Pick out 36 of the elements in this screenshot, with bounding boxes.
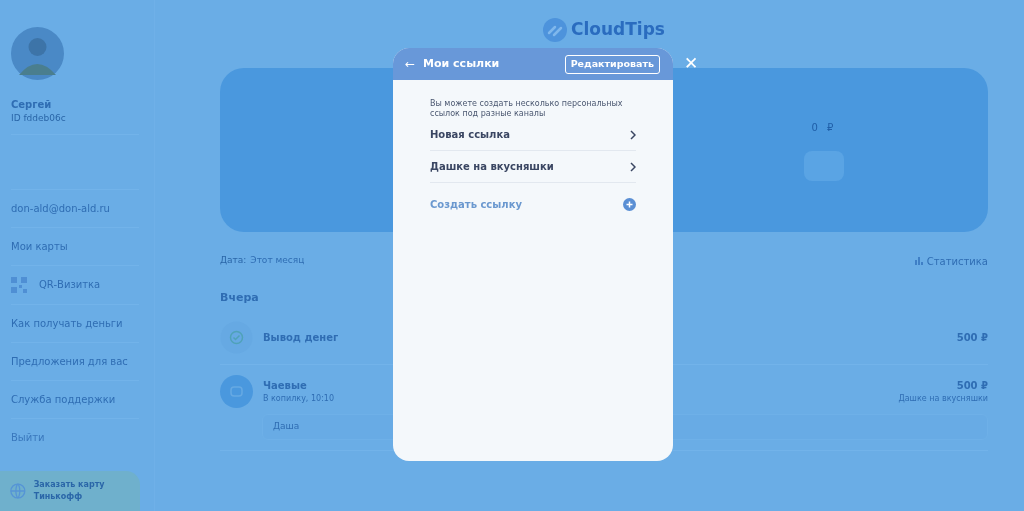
transaction-title: Вывод денег xyxy=(263,330,340,345)
sidebar-item[interactable]: QR-Визитка xyxy=(39,277,101,292)
filter-label: Дата: xyxy=(220,254,247,268)
link-row[interactable]: Новая ссылка xyxy=(430,119,636,151)
avatar xyxy=(11,27,64,80)
user-name: Сергей xyxy=(11,98,53,112)
modal-hint: Вы можете создать несколько персональных ссылок под разные каналы xyxy=(430,99,624,119)
sidebar-item[interactable]: Служба поддержки xyxy=(11,391,116,407)
globe-icon xyxy=(10,482,26,500)
sidebar-item[interactable]: Предложения для вас xyxy=(11,353,128,369)
transaction-subtitle: В копилку, 10:10 xyxy=(263,392,335,405)
transaction-amount: 500 ₽ xyxy=(956,378,988,393)
chevron-right-icon xyxy=(630,129,636,140)
date-filter[interactable]: Этот месяц xyxy=(250,254,305,268)
close-button[interactable]: ✕ xyxy=(684,55,699,72)
stats-link[interactable]: Статистика xyxy=(926,253,988,269)
plus-icon[interactable] xyxy=(623,197,636,211)
bar-chart-icon xyxy=(914,257,923,265)
qr-code-icon xyxy=(11,276,27,293)
comment-text: Даша xyxy=(273,419,300,433)
day-heading: Вчера xyxy=(220,290,260,306)
create-link-button[interactable]: Создать ссылку xyxy=(430,196,522,212)
transaction-title: Чаевые xyxy=(263,378,308,393)
logo-text: CloudTips xyxy=(571,18,665,42)
back-button[interactable]: ← xyxy=(405,55,416,73)
chevron-right-icon xyxy=(630,161,636,172)
sidebar-item[interactable]: Мои карты xyxy=(11,238,68,254)
balance-amount: 0 ₽ xyxy=(811,120,837,135)
logo-icon xyxy=(543,18,567,42)
transaction-amount: 500 ₽ xyxy=(956,330,988,345)
modal-title: Мои ссылки xyxy=(423,55,501,72)
sidebar-item[interactable]: Как получать деньги xyxy=(11,315,123,331)
user-id: ID fddeb06c xyxy=(11,112,139,135)
sidebar-item[interactable]: don-ald@don-ald.ru xyxy=(11,200,110,216)
edit-button[interactable]: Редактировать xyxy=(564,54,660,74)
link-row[interactable]: Дашке на вкусняшки xyxy=(430,151,636,183)
